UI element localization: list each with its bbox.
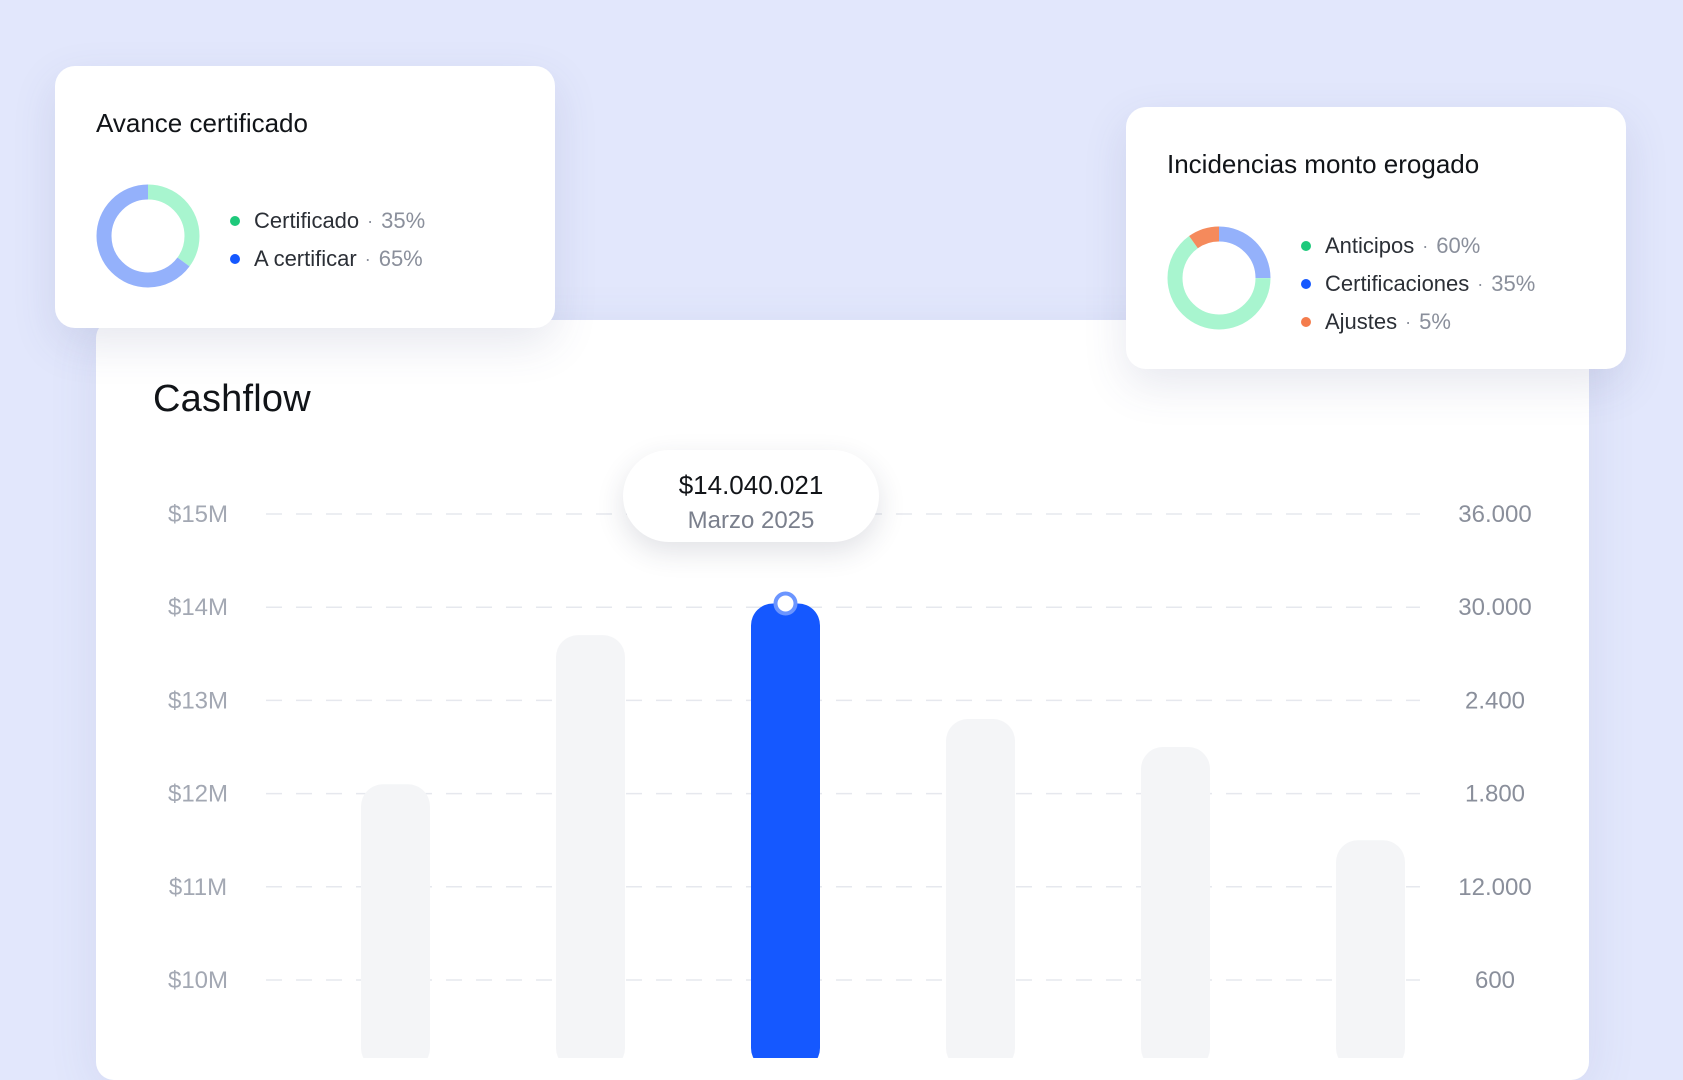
incidencias-legend: Anticipos · 60% Certificaciones · 35% Aj… — [1301, 227, 1535, 341]
legend-separator: · — [367, 210, 374, 231]
legend-dot-certificaciones — [1301, 279, 1311, 289]
bar[interactable] — [946, 719, 1015, 1058]
bar[interactable] — [361, 784, 430, 1058]
y-tick-right: 600 — [1475, 967, 1515, 994]
tooltip-label: Marzo 2025 — [687, 507, 815, 534]
legend-name: Certificaciones — [1325, 271, 1470, 296]
legend-item-a-certificar: A certificar · 65% — [230, 240, 425, 278]
y-tick-left: $15M — [168, 501, 228, 528]
y-tick-left: $14M — [168, 594, 228, 621]
legend-name: Ajustes — [1325, 309, 1398, 334]
legend-dot-a-certificar — [230, 254, 240, 264]
legend-name: Anticipos — [1325, 233, 1415, 258]
legend-dot-anticipos — [1301, 241, 1311, 251]
y-tick-left: $12M — [168, 781, 228, 808]
legend-separator: · — [364, 248, 371, 269]
legend-item-ajustes: Ajustes · 5% — [1301, 303, 1535, 341]
legend-item-certificado: Certificado · 35% — [230, 202, 425, 240]
y-tick-left: $11M — [169, 874, 227, 901]
y-tick-right: 36.000 — [1458, 501, 1531, 528]
bar-marker-dot — [773, 591, 798, 616]
legend-name: Certificado — [254, 208, 360, 233]
y-tick-left: $10M — [168, 967, 228, 994]
bar[interactable] — [556, 635, 625, 1058]
incidencias-donut-chart — [1167, 226, 1271, 330]
incidencias-card: Incidencias monto erogado Anticipos · 60… — [1126, 107, 1626, 369]
legend-percent: 60% — [1436, 233, 1481, 258]
legend-dot-certificado — [230, 216, 240, 226]
legend-percent: 35% — [381, 208, 426, 233]
incidencias-card-title: Incidencias monto erogado — [1167, 149, 1480, 179]
legend-name: A certificar — [254, 246, 357, 271]
legend-separator: · — [1477, 273, 1484, 294]
bar-highlighted[interactable] — [751, 603, 820, 1058]
avance-donut-chart — [96, 184, 200, 288]
avance-certificado-card: Avance certificado Certificado · 35% A c… — [55, 66, 555, 328]
bar[interactable] — [1336, 840, 1405, 1058]
chart-tooltip: $14.040.021 Marzo 2025 — [623, 450, 879, 542]
legend-separator: · — [1422, 235, 1429, 256]
legend-percent: 35% — [1491, 271, 1536, 296]
bar[interactable] — [1141, 747, 1210, 1058]
y-tick-right: 2.400 — [1465, 687, 1525, 714]
legend-percent: 65% — [378, 246, 423, 271]
y-tick-right: 1.800 — [1465, 781, 1525, 808]
y-tick-left: $13M — [168, 687, 228, 714]
tooltip-value: $14.040.021 — [678, 470, 824, 500]
legend-separator: · — [1405, 311, 1412, 332]
avance-card-title: Avance certificado — [96, 108, 308, 138]
legend-dot-ajustes — [1301, 317, 1311, 327]
y-tick-right: 12.000 — [1458, 874, 1531, 901]
avance-legend: Certificado · 35% A certificar · 65% — [230, 202, 425, 278]
legend-item-certificaciones: Certificaciones · 35% — [1301, 265, 1535, 303]
y-tick-right: 30.000 — [1458, 594, 1531, 621]
legend-item-anticipos: Anticipos · 60% — [1301, 227, 1535, 265]
legend-percent: 5% — [1419, 309, 1451, 334]
